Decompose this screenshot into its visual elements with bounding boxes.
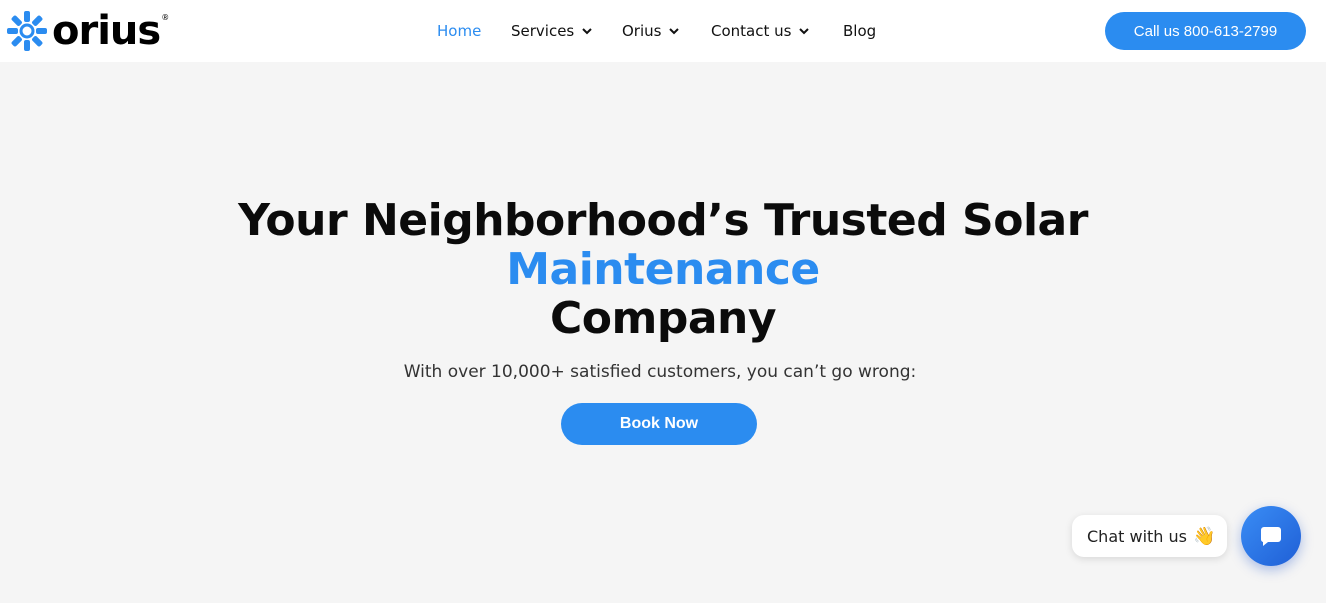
nav-blog[interactable]: Blog xyxy=(843,21,876,41)
chevron-down-icon xyxy=(582,27,592,34)
nav-blog-label: Blog xyxy=(843,22,877,40)
chat-with-us-bubble[interactable]: Chat with us 👋 xyxy=(1072,515,1227,557)
nav-home[interactable]: Home xyxy=(437,21,481,41)
site-header: orius ® Home Services Orius Contact us B… xyxy=(0,0,1326,62)
nav-services[interactable]: Services xyxy=(511,21,592,41)
chat-launcher-button[interactable] xyxy=(1241,506,1301,566)
nav-contact-us[interactable]: Contact us xyxy=(711,21,810,41)
chevron-down-icon xyxy=(669,27,680,34)
nav-services-label: Services xyxy=(511,22,575,40)
hero-title-line3: Company xyxy=(549,293,777,344)
hero-title-highlight: Maintenance xyxy=(506,244,820,295)
waving-hand-icon: 👋 xyxy=(1192,525,1216,547)
chat-bubble-label: Chat with us xyxy=(1087,526,1187,546)
hero-title-line1: Your Neighborhood’s Trusted Solar xyxy=(238,195,1088,246)
nav-orius[interactable]: Orius xyxy=(622,21,680,41)
nav-orius-label: Orius xyxy=(622,22,662,40)
chevron-down-icon xyxy=(799,27,810,34)
chat-bubble-icon xyxy=(1260,527,1281,546)
book-now-button[interactable]: Book Now xyxy=(561,403,757,445)
nav-home-label: Home xyxy=(437,22,482,40)
hero-subtitle: With over 10,000+ satisfied customers, y… xyxy=(403,362,917,382)
nav-contact-us-label: Contact us xyxy=(711,22,792,40)
call-us-button[interactable]: Call us 800-613-2799 xyxy=(1105,12,1306,50)
